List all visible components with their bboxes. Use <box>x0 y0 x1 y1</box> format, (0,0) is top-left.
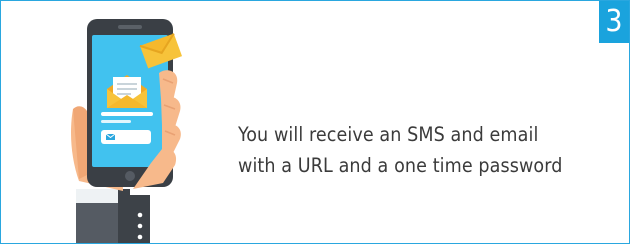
phone-in-hand-illustration <box>71 19 183 243</box>
instruction-message: You will receive an SMS and email with a… <box>238 119 610 181</box>
step-number-badge: 3 <box>599 1 629 43</box>
message-line-2: with a URL and a one time password <box>238 154 563 177</box>
info-card: 3 You will receive an SMS and email with… <box>0 0 630 244</box>
message-line-1: You will receive an SMS and email <box>238 123 539 146</box>
sleeve-icon <box>76 189 150 243</box>
open-envelope-icon <box>107 75 147 108</box>
